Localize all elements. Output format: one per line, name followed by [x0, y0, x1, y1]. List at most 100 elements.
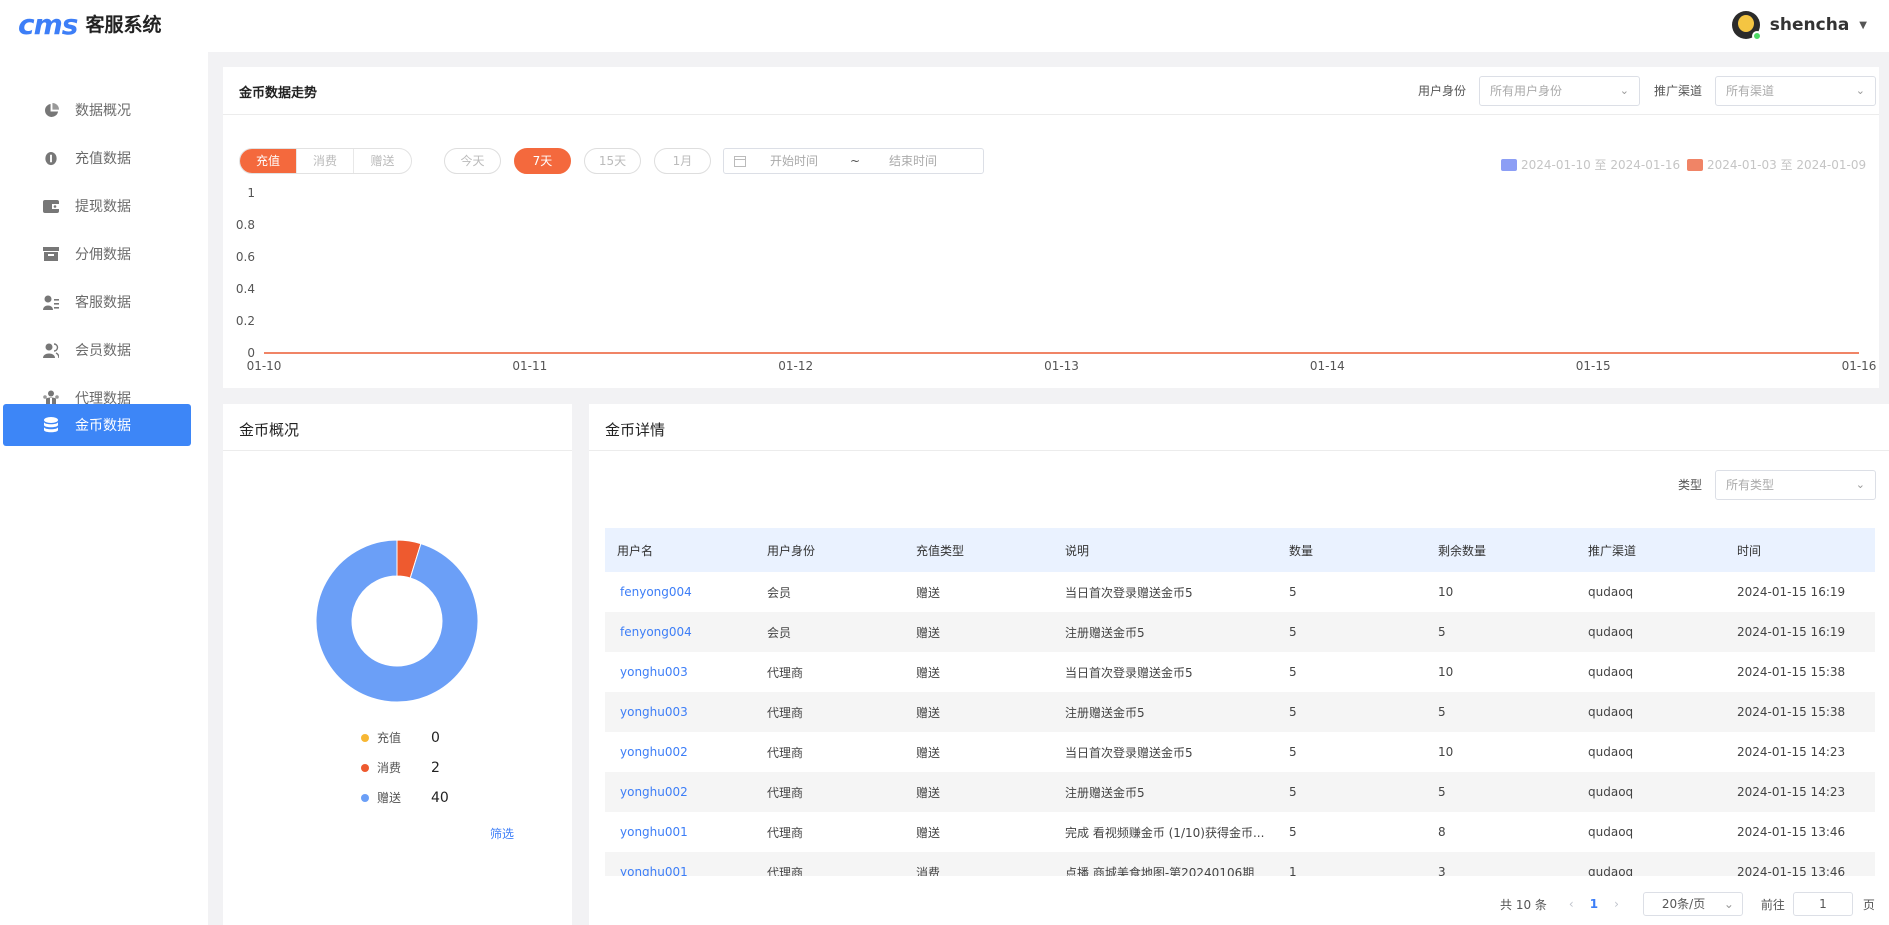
- x-tick-label: 01-16: [1842, 359, 1877, 373]
- wallet-icon: [43, 198, 59, 214]
- coin-icon: [43, 150, 59, 166]
- username-link[interactable]: yonghu002: [605, 732, 755, 772]
- column-header[interactable]: 推广渠道: [1576, 528, 1725, 572]
- table-cell: qudaoq: [1576, 692, 1725, 732]
- panel-header: 金币详情: [589, 404, 1889, 451]
- table-cell: 代理商: [767, 745, 804, 760]
- app-title: 客服系统: [85, 14, 162, 36]
- table-cell: 代理商: [755, 772, 904, 812]
- sidebar-item-recharge[interactable]: 充值数据: [3, 137, 191, 179]
- table-cell: 会员: [755, 612, 904, 652]
- table-cell: 完成 看视频赚金币 (1/10)获得金币...: [1065, 825, 1265, 840]
- table-row: yonghu003 代理商 赠送 注册赠送金币5 5 5 qudaoq 2024…: [605, 692, 1875, 732]
- panel-title: 金币详情: [605, 421, 666, 439]
- column-header[interactable]: 时间: [1725, 528, 1875, 572]
- table-cell: 3: [1426, 852, 1576, 876]
- table-cell: 5: [1426, 772, 1576, 812]
- sidebar-item-withdraw[interactable]: 提现数据: [3, 185, 191, 227]
- y-tick-label: 0.2: [236, 314, 255, 328]
- overview-item-recharge: 充值 0: [361, 729, 440, 746]
- username-link[interactable]: fenyong004: [605, 572, 755, 612]
- table-cell: 会员: [767, 585, 792, 600]
- box-icon: [43, 246, 59, 262]
- overview-label: 赠送: [377, 791, 402, 805]
- caret-down-icon[interactable]: ▼: [1859, 20, 1867, 31]
- logo[interactable]: cms 客服系统: [18, 10, 161, 40]
- sidebar-item-label: 数据概况: [75, 103, 131, 119]
- table-cell: 2024-01-15 15:38: [1737, 665, 1846, 679]
- x-tick-label: 01-13: [1044, 359, 1079, 373]
- table-cell: 1: [1277, 852, 1426, 876]
- table-cell: 注册赠送金币5: [1053, 612, 1277, 652]
- sidebar-item-label: 金币数据: [75, 418, 131, 434]
- username-link[interactable]: yonghu001: [605, 852, 755, 876]
- user-list-icon: [43, 294, 59, 310]
- username-link[interactable]: yonghu003: [605, 692, 755, 732]
- username-link[interactable]: yonghu002: [605, 772, 755, 812]
- table-cell: 2024-01-15 15:38: [1725, 692, 1875, 732]
- overview-value: 40: [431, 789, 449, 806]
- pagination: 共 10 条 ‹ 1 › 20条/页 ⌄ 前往 1 页: [1500, 892, 1875, 916]
- column-header[interactable]: 剩余数量: [1426, 528, 1576, 572]
- sidebar-item-commission[interactable]: 分佣数据: [3, 233, 191, 275]
- prev-page-icon[interactable]: ‹: [1569, 897, 1574, 911]
- table-row: fenyong004 会员 赠送 注册赠送金币5 5 5 qudaoq 2024…: [605, 612, 1875, 652]
- sidebar-item-members[interactable]: 会员数据: [3, 329, 191, 371]
- user-menu[interactable]: shencha ▼: [1731, 11, 1867, 41]
- table-cell: 5: [1289, 665, 1297, 679]
- overview-value: 2: [431, 759, 440, 776]
- next-page-icon[interactable]: ›: [1614, 897, 1619, 911]
- table-cell: 2024-01-15 14:23: [1737, 745, 1846, 759]
- table-cell: qudaoq: [1576, 772, 1725, 812]
- column-header[interactable]: 数量: [1277, 528, 1426, 572]
- column-header[interactable]: 用户名: [605, 528, 755, 572]
- legend-dot: [361, 763, 369, 772]
- filter-link[interactable]: 筛选: [490, 825, 514, 842]
- type-select[interactable]: 所有类型 ⌄: [1715, 470, 1876, 500]
- sidebar-item-overview[interactable]: 数据概况: [3, 89, 191, 131]
- x-tick-label: 01-11: [512, 359, 547, 373]
- table-cell: 当日首次登录赠送金币5: [1065, 585, 1193, 600]
- table-row: fenyong004 会员 赠送 当日首次登录赠送金币5 5 10 qudaoq…: [605, 572, 1875, 612]
- logo-mark: cms: [18, 8, 78, 41]
- table-cell: 赠送: [916, 745, 941, 760]
- sidebar-item-service[interactable]: 客服数据: [3, 281, 191, 323]
- table-cell: 注册赠送金币5: [1053, 692, 1277, 732]
- username-link[interactable]: fenyong004: [605, 612, 755, 652]
- sidebar-item-coins[interactable]: 金币数据: [3, 404, 191, 446]
- table-cell: 2024-01-15 13:46: [1725, 852, 1875, 876]
- x-tick-label: 01-10: [247, 359, 282, 373]
- page-size-select[interactable]: 20条/页 ⌄: [1642, 892, 1743, 916]
- column-header[interactable]: 充值类型: [904, 528, 1053, 572]
- table-row: yonghu003 代理商 赠送 当日首次登录赠送金币5 5 10 qudaoq…: [605, 652, 1875, 692]
- table-cell: qudaoq: [1588, 665, 1634, 679]
- users-icon: [43, 342, 59, 358]
- table-cell: 2024-01-15 16:19: [1737, 585, 1846, 599]
- table-cell: 赠送: [916, 665, 941, 680]
- table-cell: 代理商: [755, 692, 904, 732]
- table-cell: qudaoq: [1588, 745, 1634, 759]
- x-tick-label: 01-12: [778, 359, 813, 373]
- table-row: yonghu002 代理商 赠送 注册赠送金币5 5 5 qudaoq 2024…: [605, 772, 1875, 812]
- table-cell: 代理商: [767, 665, 804, 680]
- username-link[interactable]: yonghu003: [605, 652, 755, 692]
- sidebar: 数据概况 充值数据 提现数据 分佣数据 客服数据 会员数据 代理数据 金币数据: [0, 52, 208, 925]
- y-tick-label: 0: [247, 346, 255, 360]
- x-tick-label: 01-15: [1576, 359, 1611, 373]
- table-cell: 赠送: [904, 612, 1053, 652]
- username-link[interactable]: yonghu001: [605, 812, 755, 852]
- page-number[interactable]: 1: [1590, 897, 1598, 911]
- chevron-down-icon: ⌄: [1855, 478, 1865, 491]
- overview-item-gift: 赠送 40: [361, 789, 449, 806]
- y-tick-label: 1: [247, 186, 255, 200]
- goto-page-input[interactable]: 1: [1792, 892, 1853, 916]
- table-cell: 10: [1438, 745, 1454, 759]
- table-cell: 代理商: [767, 825, 804, 840]
- legend-dot: [361, 733, 369, 742]
- table-cell: 当日首次登录赠送金币5: [1065, 745, 1193, 760]
- column-header[interactable]: 用户身份: [755, 528, 904, 572]
- avatar[interactable]: [1731, 11, 1762, 41]
- table-cell: 2024-01-15 14:23: [1725, 772, 1875, 812]
- column-header[interactable]: 说明: [1053, 528, 1277, 572]
- table-cell: 注册赠送金币5: [1053, 772, 1277, 812]
